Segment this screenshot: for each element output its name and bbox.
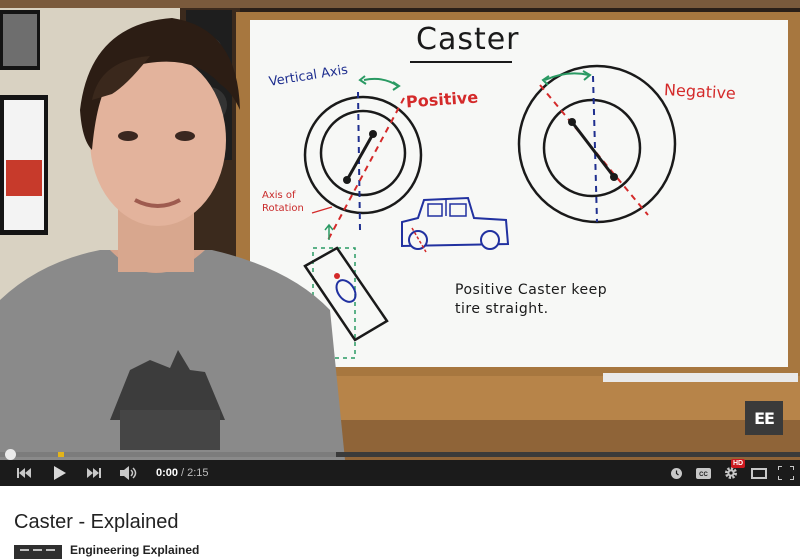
progress-bar[interactable]: [0, 452, 800, 457]
theater-mode-icon: [751, 467, 767, 479]
next-icon: [87, 468, 101, 478]
whiteboard-negative-label: Negative: [663, 80, 737, 103]
whiteboard-note: Positive Caster keep tire straight.: [455, 282, 608, 317]
time-display: 0:00 / 2:15: [156, 460, 209, 486]
player-controls: 0:00 / 2:15 CC: [0, 460, 800, 486]
hd-badge: HD: [731, 459, 746, 468]
play-icon: [54, 466, 66, 480]
watch-later-icon: [670, 467, 682, 479]
current-time: 0:00: [156, 467, 179, 479]
whiteboard-axis-of-rotation-label: Axis of Rotation: [262, 190, 304, 214]
theater-mode-button[interactable]: [749, 460, 769, 486]
captions-button[interactable]: CC: [693, 460, 713, 486]
play-button[interactable]: [50, 460, 70, 486]
progress-loaded: [0, 452, 336, 457]
progress-marker: [58, 452, 64, 457]
whiteboard-title: Caster: [416, 22, 520, 57]
next-button[interactable]: [84, 460, 104, 486]
captions-label: CC: [699, 472, 708, 478]
fullscreen-icon: [778, 466, 794, 480]
video-player[interactable]: Caster Vertical Axis Positive Negative A…: [0, 0, 800, 486]
previous-icon: [17, 468, 31, 478]
volume-button[interactable]: [118, 460, 140, 486]
channel-watermark-logo[interactable]: EE: [745, 401, 783, 435]
video-frame[interactable]: [0, 0, 800, 460]
progress-scrubber-handle[interactable]: [5, 449, 16, 460]
time-separator: /: [181, 467, 185, 479]
watch-later-button[interactable]: [668, 460, 684, 486]
previous-button[interactable]: [14, 460, 34, 486]
settings-icon: [725, 467, 737, 479]
channel-name[interactable]: Engineering Explained: [70, 543, 199, 557]
channel-avatar[interactable]: [14, 545, 62, 559]
fullscreen-button[interactable]: [776, 460, 796, 486]
video-title: Caster - Explained: [14, 511, 179, 533]
captions-icon: CC: [695, 467, 711, 479]
duration: 2:15: [187, 467, 209, 479]
volume-icon: [120, 466, 137, 480]
